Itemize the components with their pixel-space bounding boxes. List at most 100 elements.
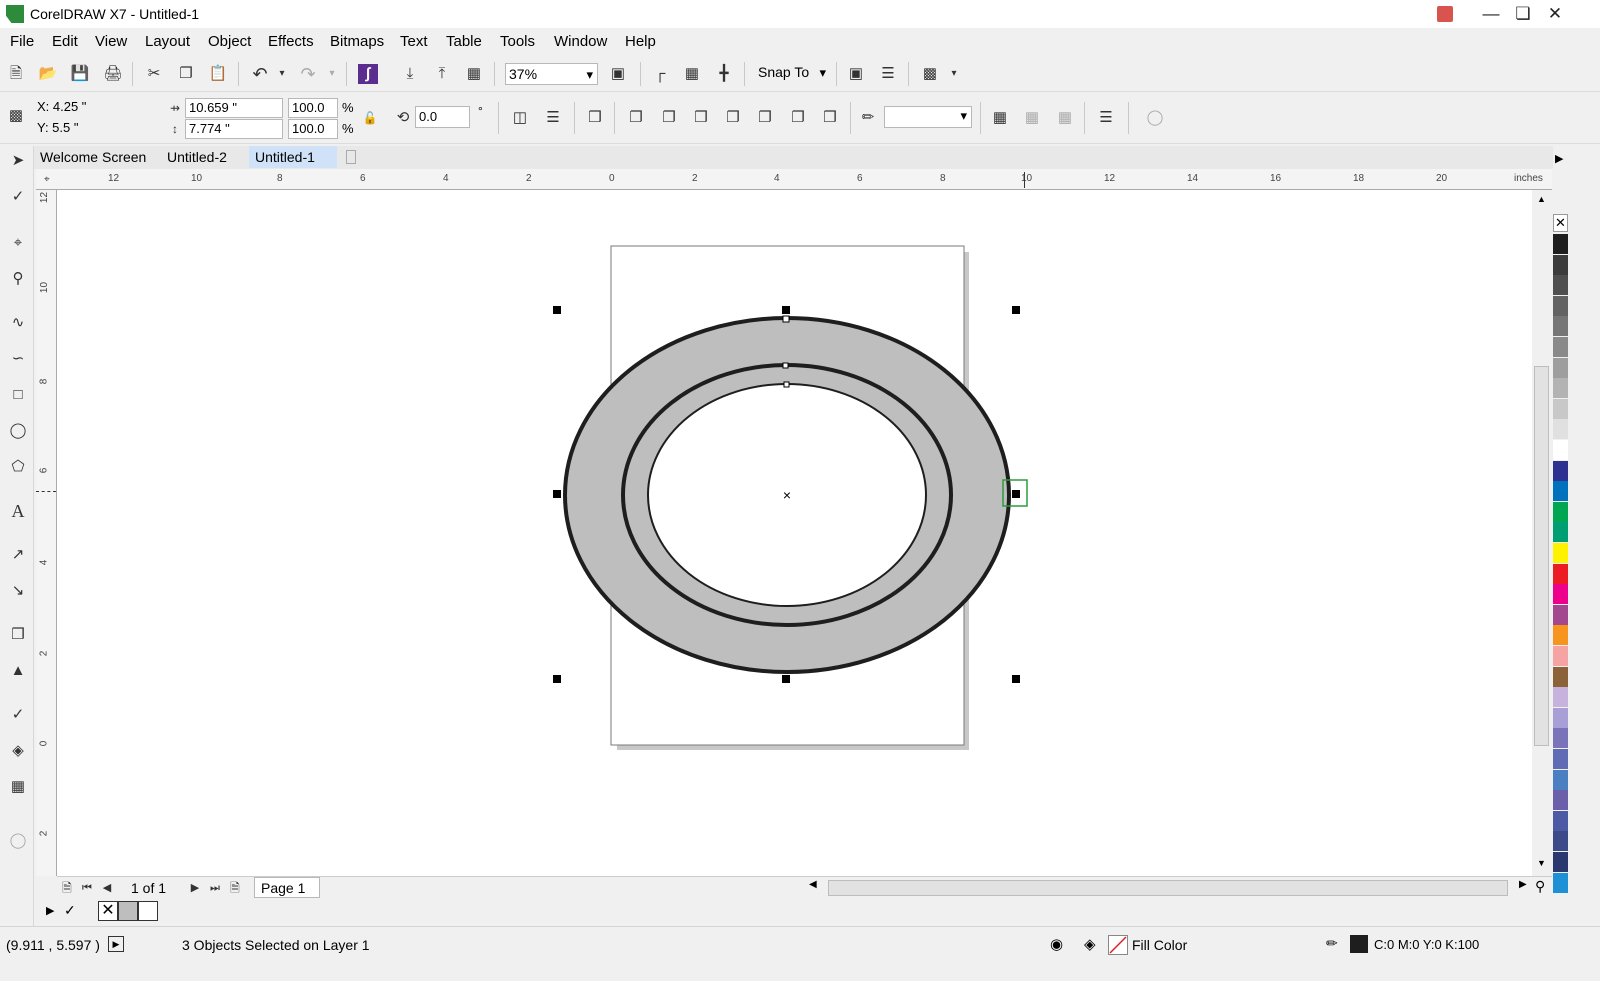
menu-table[interactable]: Table	[446, 33, 482, 50]
smart-fill-tool-icon[interactable]: ▦	[7, 776, 29, 798]
full-screen-preview-icon[interactable]: ▣	[608, 64, 628, 84]
application-launcher-dropdown-icon[interactable]: ▾	[944, 64, 964, 84]
welcome-screen-icon[interactable]: ▣	[846, 64, 866, 84]
mirror-vertical-icon[interactable]: ☰	[543, 108, 563, 128]
pick-tool-icon[interactable]: ➤	[7, 150, 29, 172]
palette-swatch[interactable]	[1553, 419, 1568, 440]
menu-help[interactable]: Help	[625, 33, 656, 50]
palette-swatch[interactable]	[1553, 398, 1568, 419]
shape-tool-icon[interactable]: ✓	[7, 186, 29, 208]
add-page-before-icon[interactable]: 🗎	[57, 878, 77, 898]
combine-icon[interactable]: ❒	[585, 108, 605, 128]
palette-swatch[interactable]	[1553, 584, 1568, 605]
palette-swatch[interactable]	[1553, 749, 1568, 769]
create-boundary-icon[interactable]: ❒	[820, 108, 840, 128]
parallel-dimension-tool-icon[interactable]: ↗	[7, 544, 29, 566]
menu-layout[interactable]: Layout	[145, 33, 190, 50]
menu-text[interactable]: Text	[400, 33, 428, 50]
selection-handle-bottom-left[interactable]	[553, 675, 561, 683]
object-origin-icon[interactable]: ▩	[6, 106, 26, 126]
weld-icon[interactable]: ❐	[626, 108, 646, 128]
vertical-ruler[interactable]: 12 10 8 6 4 2 0 2	[36, 190, 57, 876]
show-rulers-icon[interactable]: ┌	[650, 64, 670, 84]
quick-customize-icon[interactable]: ◯	[7, 830, 29, 852]
open-icon[interactable]: 📂	[38, 64, 58, 84]
redo-icon[interactable]: ↷	[298, 64, 318, 84]
palette-swatch[interactable]	[1553, 872, 1568, 893]
node-handle[interactable]	[782, 362, 789, 369]
palette-swatch[interactable]	[1553, 254, 1568, 275]
palette-swatch[interactable]	[1553, 440, 1568, 460]
palette-swatch[interactable]	[1553, 522, 1568, 543]
lock-ratio-icon[interactable]: 🔓	[360, 108, 380, 128]
selection-center-icon[interactable]: ×	[783, 487, 791, 503]
user-account-icon[interactable]	[1430, 2, 1460, 26]
horizontal-scroll-thumb[interactable]	[828, 880, 1508, 896]
zoom-level-combo[interactable]: 37%	[505, 63, 598, 85]
outline-width-dropdown[interactable]	[884, 106, 972, 128]
palette-options-icon[interactable]: ▶	[46, 904, 54, 917]
menu-view[interactable]: View	[95, 33, 127, 50]
ungroup-all-icon[interactable]: ▦	[1055, 108, 1075, 128]
page-tab[interactable]: Page 1	[254, 877, 320, 898]
ungroup-objects-icon[interactable]: ▦	[1022, 108, 1042, 128]
palette-swatch[interactable]	[1553, 563, 1568, 584]
status-expand-icon[interactable]: ▶	[108, 936, 124, 952]
palette-swatch[interactable]	[1553, 707, 1568, 728]
ruler-origin-icon[interactable]: ⌖	[44, 174, 50, 185]
search-content-icon[interactable]: ∫	[358, 64, 378, 84]
add-page-after-icon[interactable]: 🗎	[225, 878, 245, 898]
freehand-tool-icon[interactable]: ∿	[7, 312, 29, 334]
text-tool-icon[interactable]: A	[7, 500, 29, 522]
x-position-field[interactable]: X: 4.25 "	[34, 98, 150, 118]
palette-swatch[interactable]	[1553, 275, 1568, 296]
palette-swatch[interactable]	[1553, 337, 1568, 357]
horizontal-ruler[interactable]: ⌖ 12 10 8 6 4 2 0 2 4 6 8 10 12 14 16 18…	[36, 169, 1552, 190]
no-color-swatch[interactable]: ✕	[1553, 214, 1568, 232]
save-icon[interactable]: 💾	[70, 64, 90, 84]
new-document-icon[interactable]: 🗎	[6, 64, 26, 84]
drop-shadow-tool-icon[interactable]: ❒	[7, 624, 29, 646]
new-tab-icon[interactable]	[346, 150, 356, 164]
palette-swatch[interactable]	[1553, 501, 1568, 522]
palette-swatch[interactable]	[1553, 852, 1568, 872]
show-grid-icon[interactable]: ▦	[682, 64, 702, 84]
application-launcher-icon[interactable]: ▩	[920, 64, 940, 84]
connector-tool-icon[interactable]: ↘	[7, 580, 29, 602]
palette-swatch[interactable]	[1553, 316, 1568, 337]
close-window-button[interactable]: ✕	[1538, 2, 1572, 26]
redo-dropdown-icon[interactable]: ▾	[322, 64, 342, 84]
align-distribute-icon[interactable]: ☰	[1096, 108, 1116, 128]
palette-swatch[interactable]	[1553, 543, 1568, 563]
group-objects-icon[interactable]: ▦	[990, 108, 1010, 128]
palette-swatch[interactable]	[1553, 687, 1568, 708]
palette-swatch[interactable]	[1553, 666, 1568, 687]
palette-swatch[interactable]	[1553, 604, 1568, 625]
palette-swatch[interactable]	[1553, 790, 1568, 811]
scale-height-field[interactable]: 100.0	[288, 119, 338, 139]
height-field[interactable]: 7.774 "	[185, 119, 283, 139]
back-minus-front-icon[interactable]: ❐	[788, 108, 808, 128]
copy-icon[interactable]: ❐	[176, 64, 196, 84]
width-field[interactable]: 10.659 "	[185, 98, 283, 118]
scroll-right-icon[interactable]: ▶	[1519, 879, 1527, 890]
palette-swatch[interactable]	[1553, 481, 1568, 502]
snap-to-dropdown[interactable]: Snap To	[752, 64, 830, 84]
node-handle[interactable]	[783, 381, 790, 388]
palette-swatch[interactable]	[1553, 625, 1568, 646]
artistic-media-tool-icon[interactable]: ∽	[7, 348, 29, 370]
palette-swatch[interactable]	[1553, 295, 1568, 316]
selection-handle-bottom-right[interactable]	[1012, 675, 1020, 683]
tab-welcome-screen[interactable]: Welcome Screen	[34, 146, 152, 168]
vertical-scrollbar[interactable]: ▲ ▼	[1532, 190, 1552, 876]
next-page-icon[interactable]: ▶	[185, 878, 205, 898]
selection-handle-top-left[interactable]	[553, 306, 561, 314]
front-minus-back-icon[interactable]: ❐	[755, 108, 775, 128]
palette-swatch[interactable]	[1553, 357, 1568, 378]
scale-width-field[interactable]: 100.0	[288, 98, 338, 118]
tab-untitled-2[interactable]: Untitled-2	[161, 146, 233, 168]
no-fill-swatch[interactable]: ✕	[98, 901, 118, 921]
rotation-angle-field[interactable]: 0.0	[415, 106, 470, 128]
scroll-left-icon[interactable]: ◀	[809, 879, 817, 890]
menu-bitmaps[interactable]: Bitmaps	[330, 33, 384, 50]
